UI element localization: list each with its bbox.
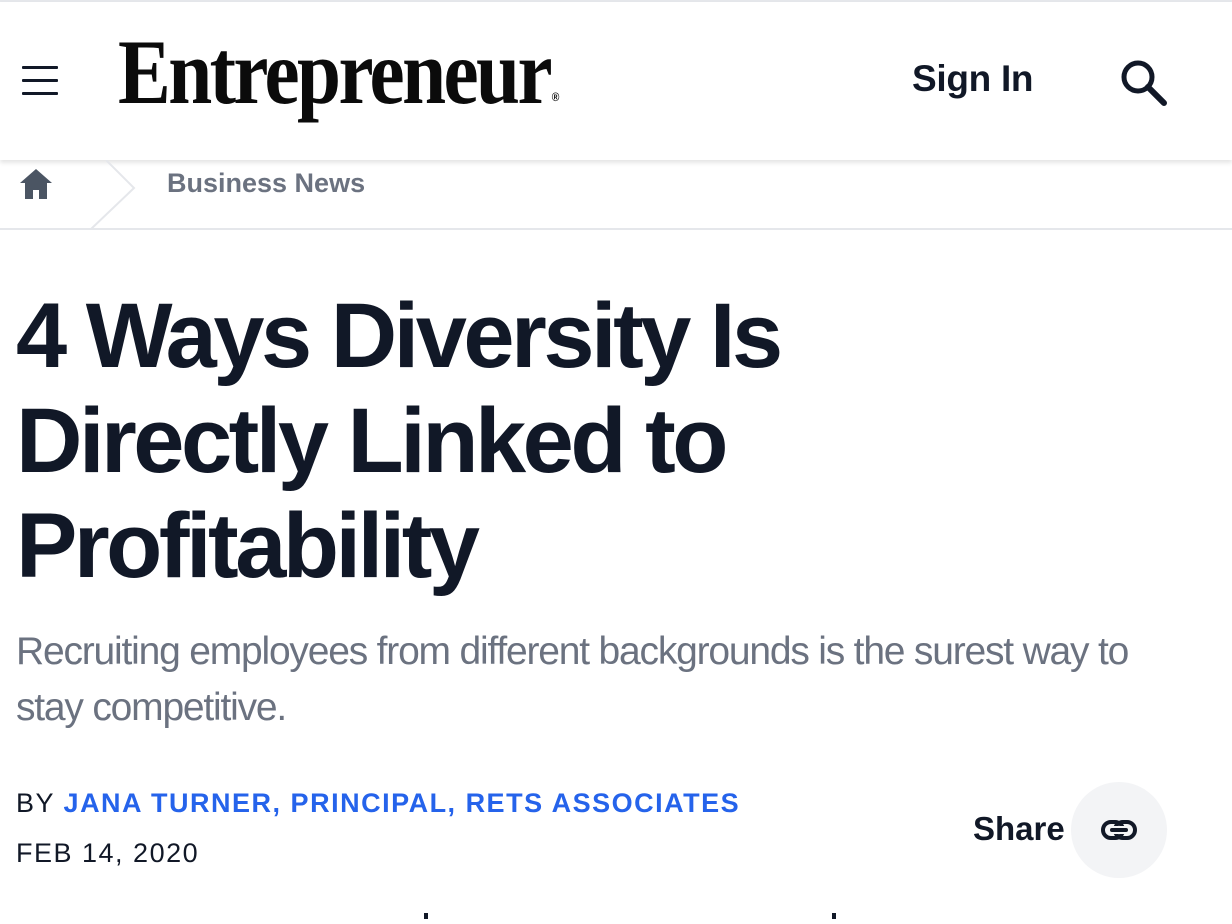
publish-date: FEB 14, 2020 xyxy=(16,838,200,868)
link-icon xyxy=(1101,820,1137,840)
article-subtitle: Recruiting employees from different back… xyxy=(16,630,1129,729)
site-header: Entrepreneur ® Sign In xyxy=(0,2,1232,160)
site-logo[interactable]: Entrepreneur ® xyxy=(118,22,559,122)
logo-text: Entrepreneur xyxy=(118,21,553,123)
search-icon[interactable] xyxy=(1118,57,1170,109)
home-icon[interactable] xyxy=(18,166,54,202)
byline: BY JANA TURNER, PRINCIPAL, RETS ASSOCIAT… xyxy=(16,788,740,819)
article-title: 4 Ways Diversity Is Directly Linked to P… xyxy=(16,285,783,597)
content-peek xyxy=(0,906,1232,919)
hamburger-menu-icon[interactable] xyxy=(22,66,58,96)
breadcrumb-business-news[interactable]: Business News xyxy=(167,168,365,199)
registered-mark: ® xyxy=(551,90,560,104)
share-label[interactable]: Share xyxy=(973,810,1065,848)
share-link-button[interactable] xyxy=(1071,782,1167,878)
breadcrumb-separator-icon xyxy=(84,159,136,231)
byline-prefix: BY xyxy=(16,788,55,818)
sign-in-button[interactable]: Sign In xyxy=(912,58,1034,100)
author-link[interactable]: JANA TURNER, PRINCIPAL, RETS ASSOCIATES xyxy=(64,788,741,818)
